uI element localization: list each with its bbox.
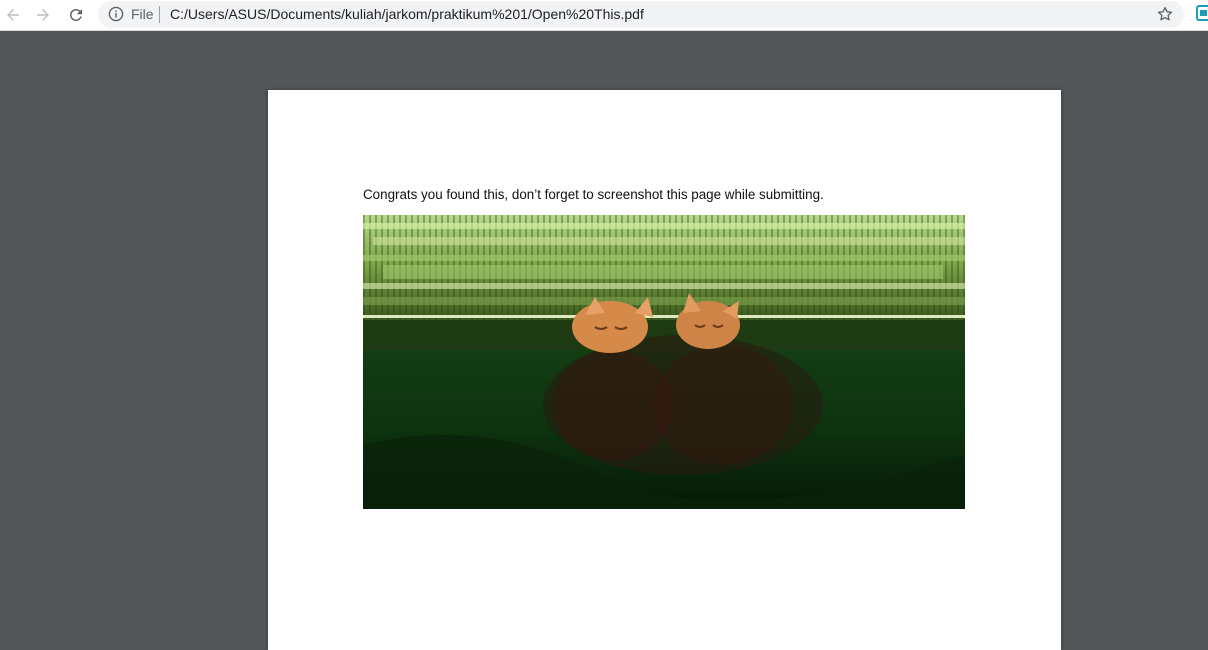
arrow-right-icon (34, 6, 52, 24)
address-bar[interactable]: File C:/Users/ASUS/Documents/kuliah/jark… (98, 1, 1184, 28)
extension-icon[interactable] (1196, 4, 1208, 22)
url-text[interactable]: C:/Users/ASUS/Documents/kuliah/jarkom/pr… (170, 5, 644, 23)
info-icon[interactable] (108, 6, 124, 22)
arrow-left-icon (4, 6, 22, 24)
reload-button[interactable] (64, 3, 88, 27)
reload-icon (67, 6, 85, 24)
browser-toolbar: File C:/Users/ASUS/Documents/kuliah/jark… (0, 0, 1208, 31)
pdf-page: Congrats you found this, don’t forget to… (268, 90, 1061, 650)
pdf-body-text: Congrats you found this, don’t forget to… (363, 187, 824, 202)
pdf-viewer[interactable]: Congrats you found this, don’t forget to… (0, 31, 1208, 650)
star-icon[interactable] (1156, 5, 1174, 23)
glitched-cat-photo (363, 215, 965, 509)
back-button[interactable] (1, 3, 25, 27)
scheme-label: File (131, 6, 154, 22)
divider (159, 6, 160, 23)
forward-button[interactable] (31, 3, 55, 27)
